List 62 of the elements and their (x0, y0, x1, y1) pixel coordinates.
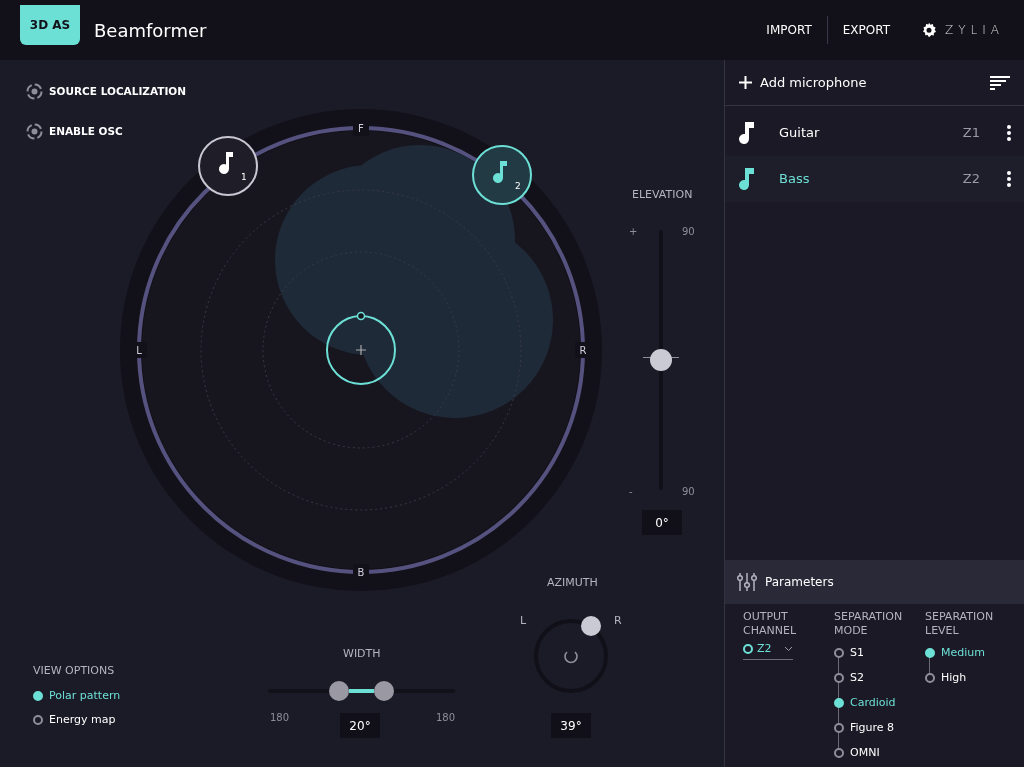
settings-icon[interactable] (921, 22, 937, 38)
option-radio[interactable]: S1 (834, 640, 915, 666)
width-thumb[interactable] (373, 681, 394, 701)
left-label: L (520, 613, 527, 629)
field-label: OUTPUT CHANNEL (743, 610, 797, 638)
option-radio[interactable]: Medium (925, 640, 1006, 666)
elevation-thumb[interactable] (650, 349, 672, 371)
music-note-icon (739, 122, 755, 144)
target-icon[interactable] (26, 83, 43, 100)
menu-button[interactable]: IMPORT (751, 21, 827, 39)
direction-label: B (357, 567, 365, 578)
section-label: VIEW OPTIONS (33, 663, 116, 679)
view-option[interactable]: Polar pattern (33, 687, 121, 704)
sort-icon[interactable] (990, 75, 1010, 90)
azimuth-value[interactable]: 39° (551, 713, 591, 738)
width-thumb[interactable] (329, 681, 350, 701)
minus-label: - (629, 485, 633, 499)
sound-source[interactable]: 1 (198, 136, 258, 196)
toggle-label: SOURCE LOCALIZATION (49, 83, 186, 99)
max-label: 180 (436, 711, 456, 725)
plus-icon (739, 76, 752, 89)
option-radio[interactable]: S2 (834, 665, 915, 691)
direction-label: R (579, 345, 587, 356)
elevation-label: ELEVATION (632, 187, 693, 203)
min-label: 90 (682, 485, 695, 499)
width-value[interactable]: 20° (340, 713, 380, 738)
direction-label: L (136, 345, 142, 356)
right-label: R (614, 613, 622, 629)
target-icon[interactable] (26, 123, 43, 140)
panel-title: Parameters (765, 574, 834, 591)
music-note-icon (739, 168, 755, 190)
app-badge: 3D AS (20, 5, 80, 45)
output-channel-dropdown[interactable]: Z2 (743, 640, 793, 660)
menu-button[interactable]: EXPORT (827, 21, 905, 39)
sound-source[interactable]: 2 (472, 145, 532, 205)
field-label: SEPARATION MODE (834, 610, 904, 638)
option-radio[interactable]: Cardioid (834, 690, 915, 716)
listener-handle[interactable] (326, 311, 396, 385)
plus-label: + (629, 225, 638, 239)
microphone-item[interactable]: Guitar Z1 (725, 110, 1024, 156)
option-radio[interactable]: OMNI (834, 740, 915, 766)
view-option[interactable]: Energy map (33, 712, 121, 729)
add-microphone-button[interactable]: Add microphone (739, 72, 867, 93)
more-icon[interactable] (1006, 170, 1012, 188)
polar-field-drawing[interactable] (120, 109, 602, 591)
elevation-value[interactable]: 0° (642, 510, 682, 535)
option-radio[interactable]: High (925, 665, 1006, 691)
azimuth-label: AZIMUTH (547, 575, 598, 591)
width-label: WIDTH (343, 646, 381, 662)
microphone-item[interactable]: Bass Z2 (725, 156, 1024, 202)
max-label: 90 (682, 225, 695, 239)
direction-label: F (358, 123, 364, 134)
app-title: Beamformer (94, 18, 207, 43)
field-label: SEPARATION LEVEL (925, 610, 995, 638)
brand-logo: ZYLIA (945, 22, 1004, 39)
toggle-label: ENABLE OSC (49, 123, 123, 139)
sliders-icon (737, 572, 757, 592)
option-radio[interactable]: Figure 8 (834, 715, 915, 741)
more-icon[interactable] (1006, 124, 1012, 142)
min-label: 180 (270, 711, 290, 725)
chevron-down-icon (784, 645, 793, 652)
azimuth-knob[interactable] (531, 615, 611, 695)
